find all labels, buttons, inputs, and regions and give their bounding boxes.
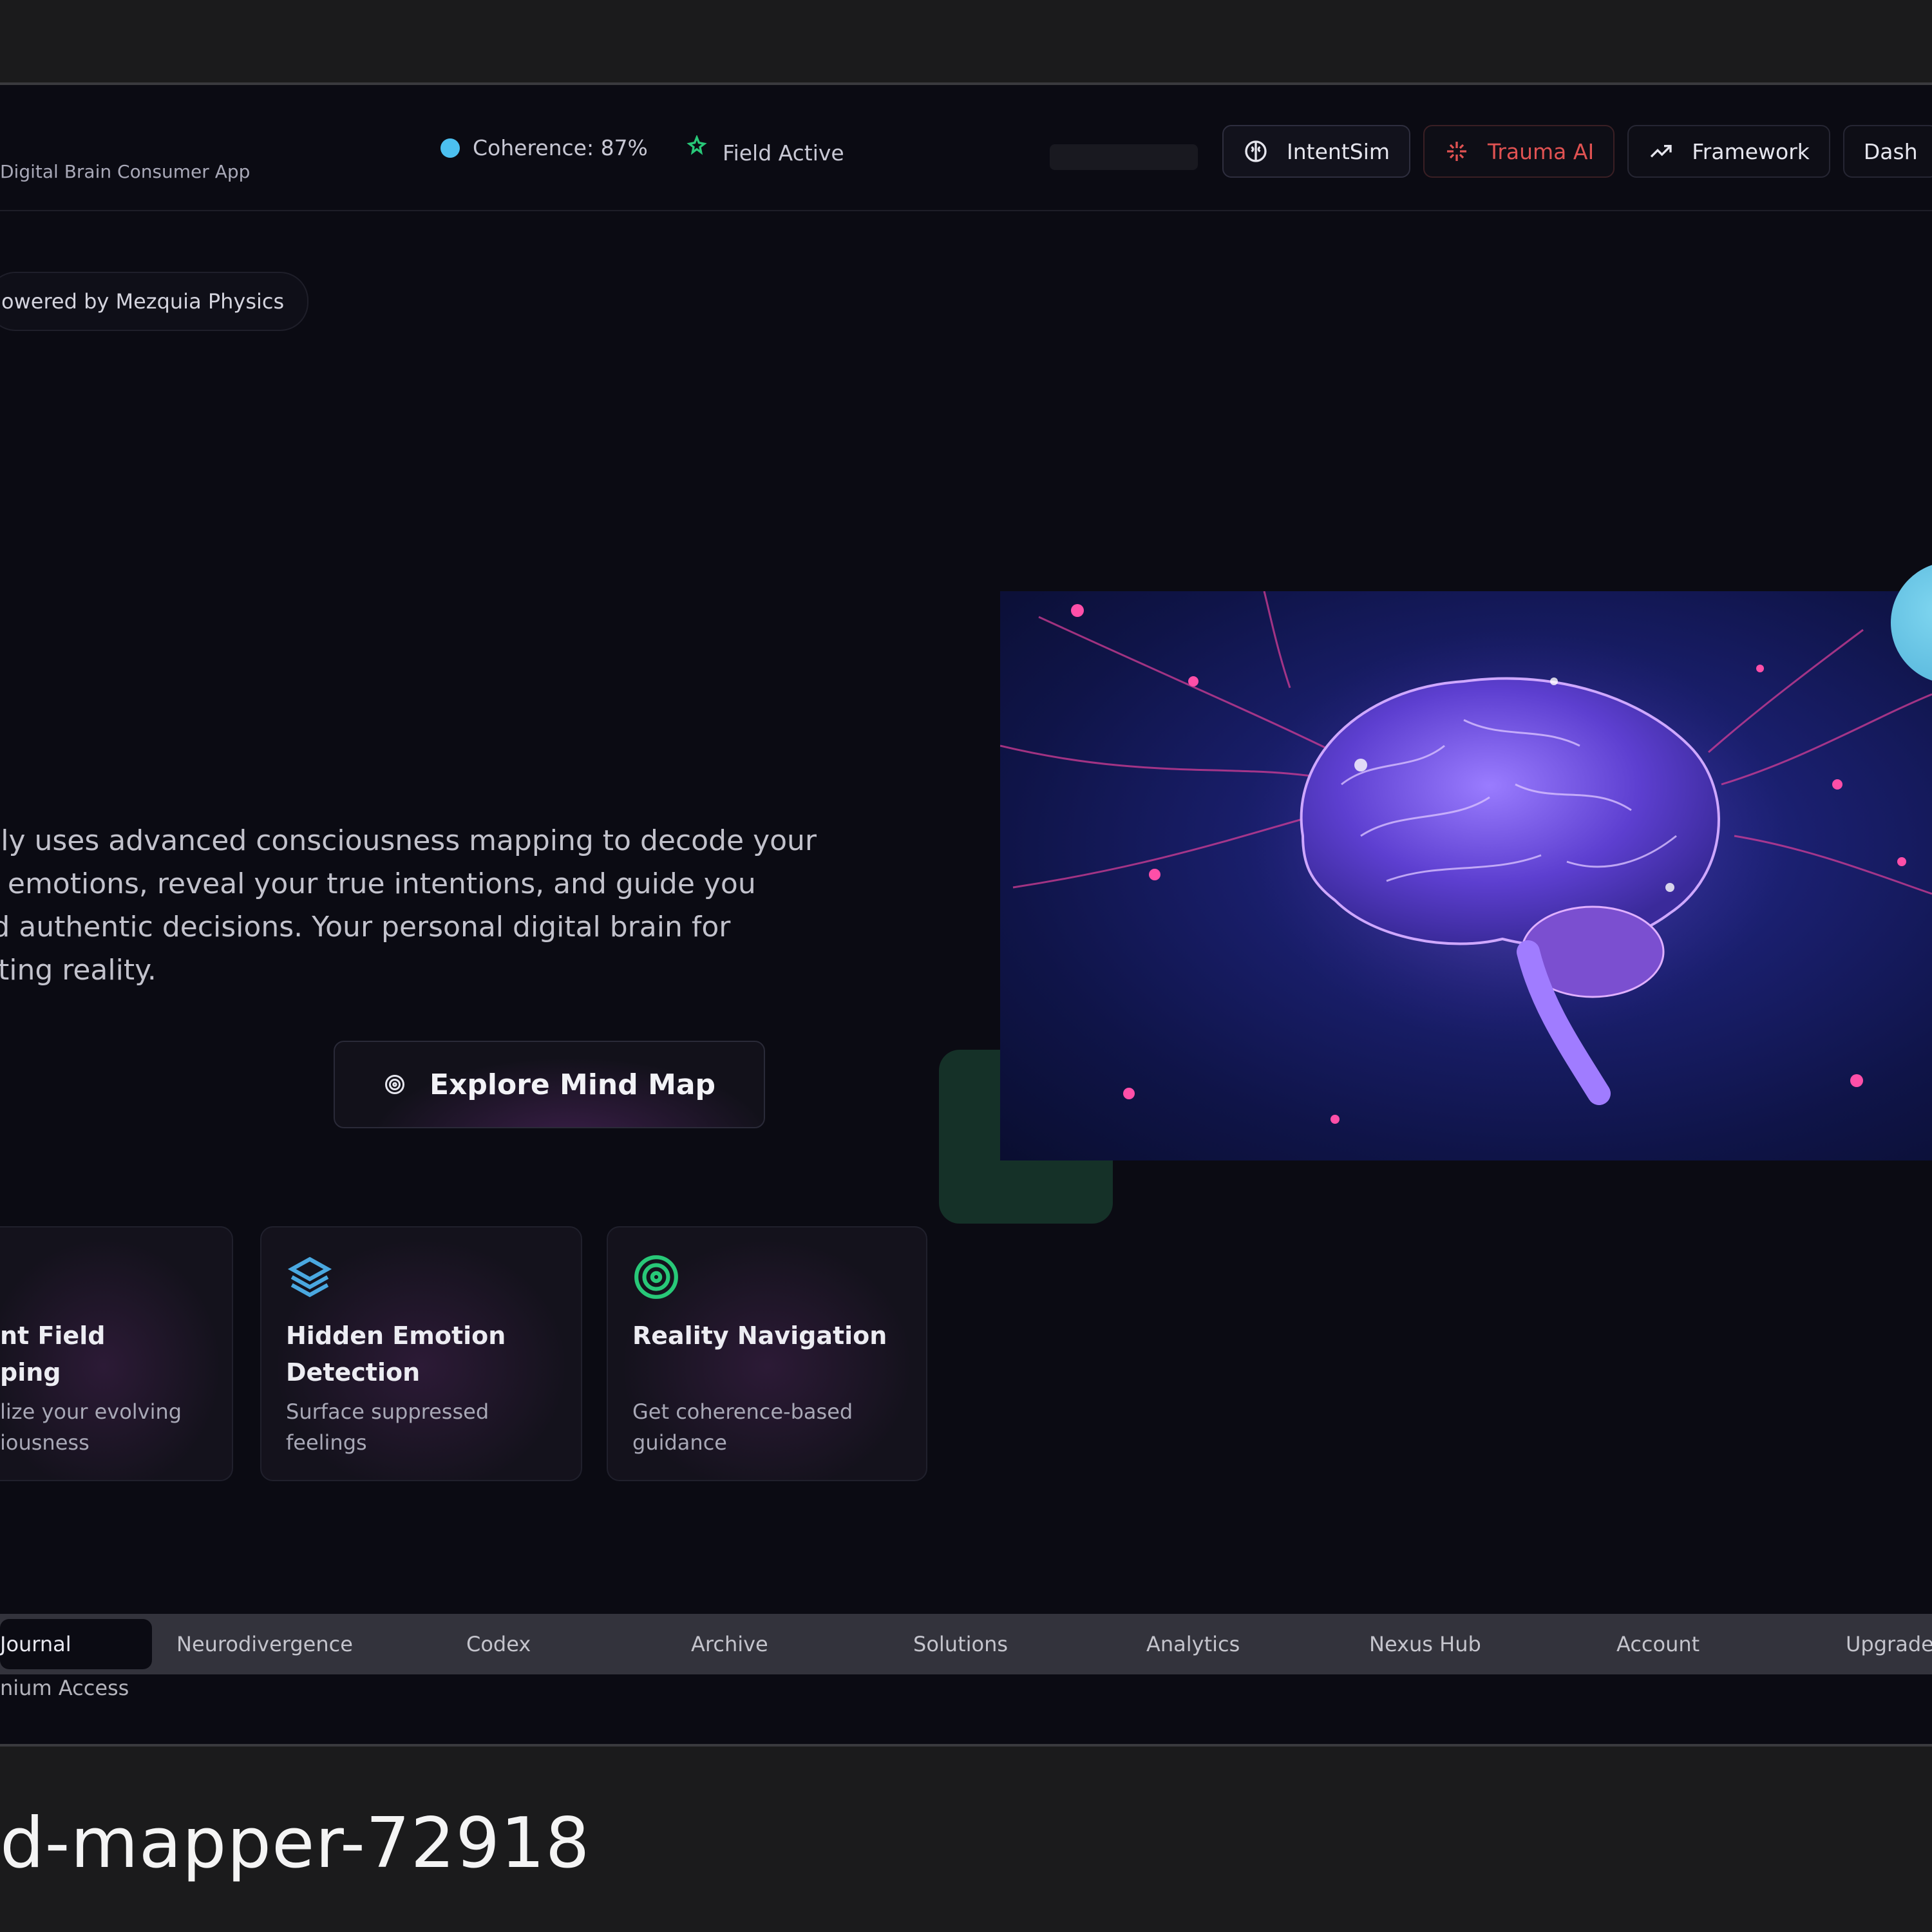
hero-description: t.ly uses advanced consciousness mapping… — [0, 824, 817, 987]
feature-desc: Get coherence-based guidance — [632, 1399, 853, 1455]
tab-label: Solutions — [913, 1632, 1009, 1656]
feature-card-hidden-emotion[interactable]: Hidden Emotion Detection Surface suppres… — [260, 1226, 582, 1481]
tab-neurodivergence[interactable]: Neurodivergence — [176, 1614, 353, 1674]
tab-label: Codex — [466, 1632, 531, 1656]
activity-icon — [687, 135, 707, 155]
premium-access-label: nium Access — [0, 1676, 129, 1700]
brain-icon — [1245, 140, 1267, 162]
top-header: Digital Brain Consumer App Coherence: 87… — [0, 85, 1932, 211]
intentsim-button[interactable]: IntentSim — [1222, 125, 1411, 178]
brain-illustration — [1000, 591, 1932, 1124]
app-caption: d-mapper-72918 — [0, 1803, 591, 1884]
tab-journal[interactable]: Journal — [0, 1619, 152, 1669]
feature-card-field-mapping[interactable]: nt Field ping lize your evolving iousnes… — [0, 1226, 233, 1481]
layers-icon — [287, 1256, 332, 1298]
tab-label: Upgrade — [1846, 1632, 1932, 1656]
feature-title: Hidden Emotion Detection — [286, 1321, 506, 1387]
dashboard-label: Dash — [1863, 138, 1918, 164]
feature-title: Reality Navigation — [632, 1321, 887, 1350]
tab-analytics[interactable]: Analytics — [1146, 1614, 1240, 1674]
powered-by-label: owered by Mezquia Physics — [1, 289, 285, 314]
tab-nexus-hub[interactable]: Nexus Hub — [1369, 1614, 1481, 1674]
trending-up-icon — [1651, 145, 1672, 158]
coherence-status: Coherence: 87% — [440, 135, 648, 160]
tab-label: Analytics — [1146, 1632, 1240, 1656]
target-small-icon — [384, 1075, 404, 1094]
bottom-tab-bar: Journal Neurodivergence Codex Archive So… — [0, 1614, 1932, 1674]
tab-solutions[interactable]: Solutions — [913, 1614, 1008, 1674]
header-nav: IntentSim Trauma AI Framework Dash — [1222, 125, 1932, 178]
framework-label: Framework — [1692, 138, 1810, 164]
trauma-ai-label: Trauma AI — [1488, 138, 1595, 164]
tab-label: Neurodivergence — [176, 1632, 353, 1656]
tab-archive[interactable]: Archive — [691, 1614, 768, 1674]
tab-codex[interactable]: Codex — [466, 1614, 531, 1674]
trauma-ai-button[interactable]: Trauma AI — [1423, 125, 1615, 178]
feature-card-reality-navigation[interactable]: Reality Navigation Get coherence-based g… — [607, 1226, 927, 1481]
powered-by-badge: owered by Mezquia Physics — [0, 272, 309, 331]
dashboard-button[interactable]: Dash — [1842, 125, 1932, 178]
intentsim-label: IntentSim — [1287, 138, 1390, 164]
field-status: Field Active — [684, 130, 844, 166]
hidden-nav-button[interactable] — [1050, 144, 1198, 170]
tab-label: Archive — [691, 1632, 768, 1656]
feature-desc: Surface suppressed feelings — [286, 1399, 489, 1455]
field-label: Field Active — [723, 140, 844, 166]
sparkle-icon — [1447, 142, 1467, 161]
framework-button[interactable]: Framework — [1627, 125, 1830, 178]
coherence-dot-icon — [440, 138, 460, 158]
brain-hero-image — [1000, 591, 1932, 1160]
app-subtitle: Digital Brain Consumer App — [0, 161, 251, 182]
coherence-label: Coherence: 87% — [473, 135, 648, 160]
feature-desc: lize your evolving iousness — [0, 1399, 182, 1455]
target-icon — [634, 1255, 678, 1299]
explore-mind-map-button[interactable]: Explore Mind Map — [334, 1041, 765, 1128]
app-window: Digital Brain Consumer App Coherence: 87… — [0, 82, 1932, 1747]
tab-label: Nexus Hub — [1369, 1632, 1481, 1656]
tab-account[interactable]: Account — [1616, 1614, 1700, 1674]
tab-label: Journal — [0, 1632, 71, 1656]
feature-title: nt Field ping — [0, 1321, 106, 1387]
explore-label: Explore Mind Map — [429, 1068, 716, 1101]
tab-label: Account — [1616, 1632, 1700, 1656]
tab-upgrade[interactable]: Upgrade — [1846, 1614, 1932, 1674]
